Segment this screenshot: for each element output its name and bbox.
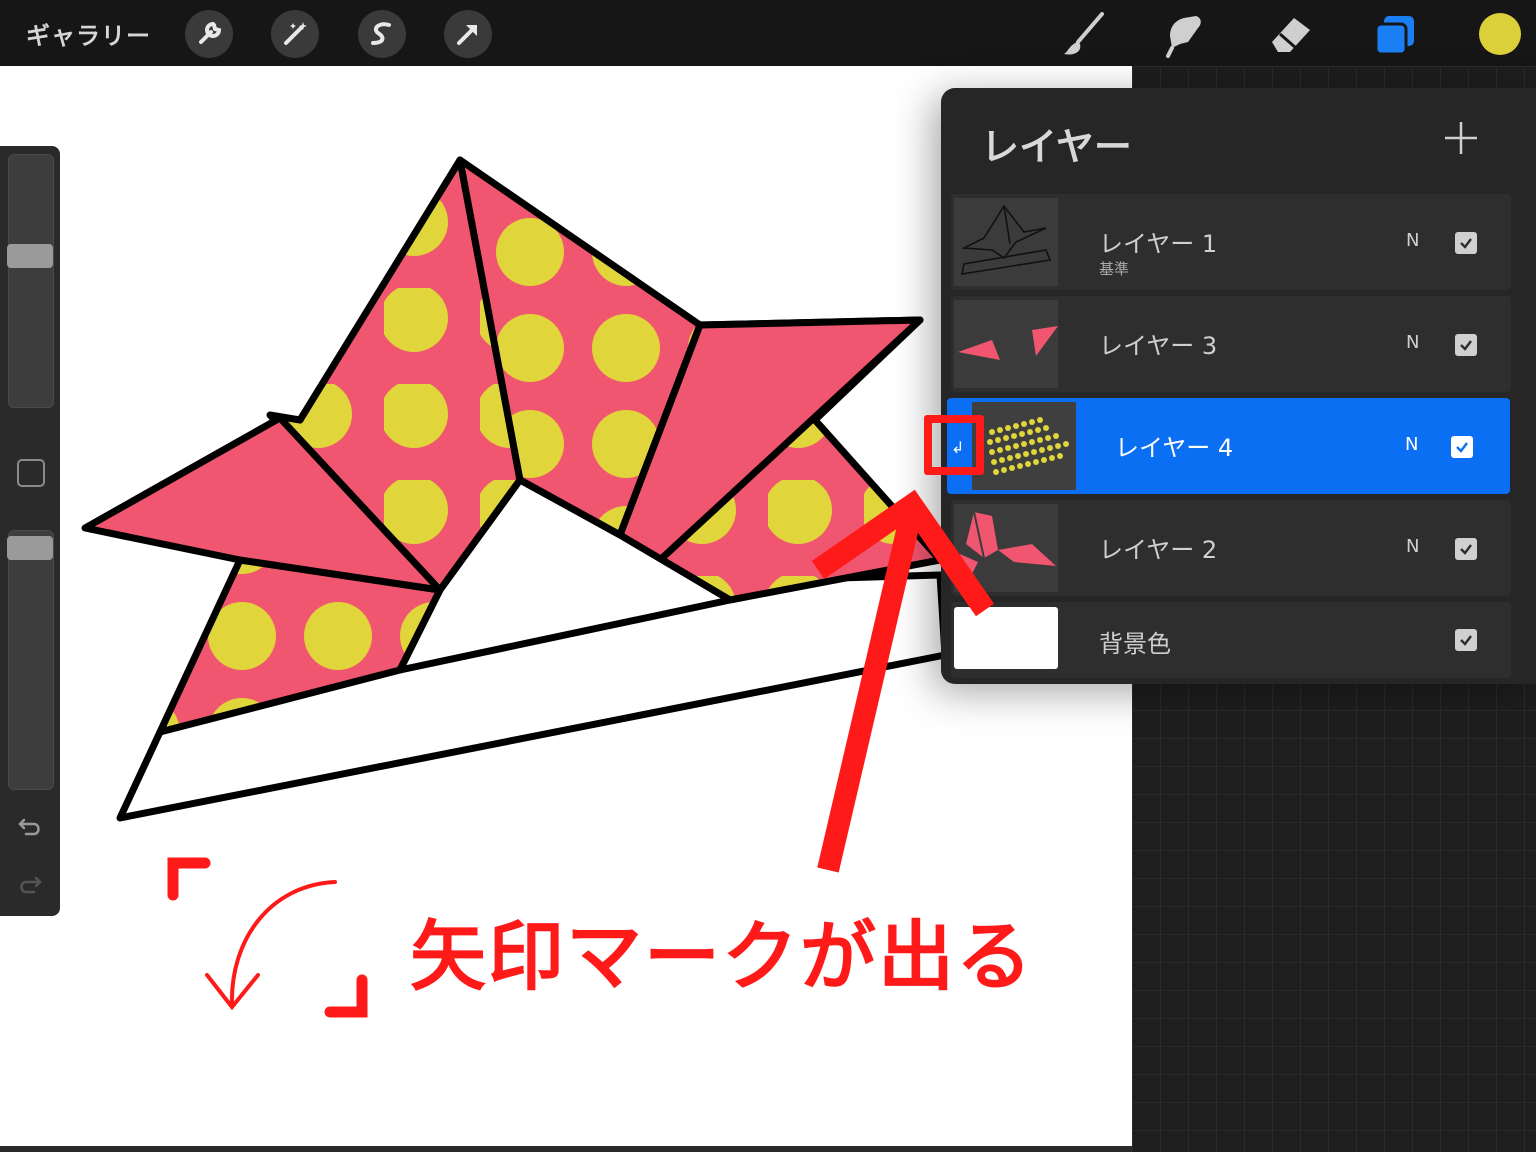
layers-panel: レイヤー レイヤー 1 基準 N レイヤー 3 N レイヤー 4 N レイヤー … — [941, 88, 1536, 684]
magic-wand-icon[interactable] — [271, 10, 319, 58]
color-picker-swatch[interactable] — [1479, 13, 1521, 55]
left-sidebar — [0, 146, 60, 916]
layers-icon[interactable] — [1370, 8, 1422, 60]
layer-name: レイヤー 2 — [1099, 536, 1218, 564]
visibility-checkbox[interactable] — [1455, 334, 1477, 356]
smudge-icon[interactable] — [1158, 8, 1210, 60]
layer-name: レイヤー 1 — [1099, 230, 1218, 258]
layer-row-background[interactable]: 背景色 — [951, 602, 1511, 678]
layer-row-4[interactable]: レイヤー 4 N — [947, 398, 1510, 494]
move-arrow-icon[interactable] — [444, 10, 492, 58]
layer-thumbnail — [954, 504, 1058, 592]
layer-thumbnail — [954, 198, 1058, 286]
gallery-button[interactable]: ギャラリー — [26, 16, 151, 51]
redo-icon[interactable] — [14, 868, 46, 900]
layer-thumbnail — [954, 300, 1058, 388]
annotation-text: 矢印マークが出る — [410, 912, 1034, 1001]
highlight-box — [924, 415, 984, 475]
visibility-checkbox[interactable] — [1455, 538, 1477, 560]
bottom-strip — [0, 1146, 1132, 1152]
brush-size-slider-thumb[interactable] — [7, 244, 53, 268]
plus-icon[interactable] — [1441, 118, 1481, 158]
wrench-icon[interactable] — [185, 10, 233, 58]
modify-square-icon[interactable] — [17, 459, 45, 487]
layer-row-1[interactable]: レイヤー 1 基準 N — [951, 194, 1511, 290]
layer-thumbnail — [972, 402, 1076, 490]
layer-name: レイヤー 4 — [1115, 434, 1234, 462]
opacity-slider-thumb[interactable] — [7, 536, 53, 560]
blend-mode-button[interactable]: N — [1406, 230, 1419, 251]
visibility-checkbox[interactable] — [1455, 232, 1477, 254]
blend-mode-button[interactable]: N — [1405, 434, 1418, 455]
visibility-checkbox[interactable] — [1455, 629, 1477, 651]
eraser-icon[interactable] — [1264, 8, 1316, 60]
blend-mode-button[interactable]: N — [1406, 536, 1419, 557]
layer-reference-label: 基準 — [1099, 260, 1130, 278]
brush-size-slider[interactable] — [8, 154, 54, 408]
layers-panel-title: レイヤー — [981, 125, 1132, 169]
layer-row-3[interactable]: レイヤー 3 N — [951, 296, 1511, 392]
selection-icon[interactable] — [358, 10, 406, 58]
top-toolbar: ギャラリー — [0, 0, 1536, 66]
undo-icon[interactable] — [14, 810, 46, 842]
brush-icon[interactable] — [1058, 8, 1110, 60]
blend-mode-button[interactable]: N — [1406, 332, 1419, 353]
opacity-slider[interactable] — [8, 530, 54, 790]
layer-row-2[interactable]: レイヤー 2 N — [951, 500, 1511, 596]
layer-name: レイヤー 3 — [1099, 332, 1218, 360]
visibility-checkbox[interactable] — [1451, 436, 1473, 458]
layer-thumbnail — [954, 607, 1058, 669]
layer-name: 背景色 — [1099, 630, 1171, 658]
